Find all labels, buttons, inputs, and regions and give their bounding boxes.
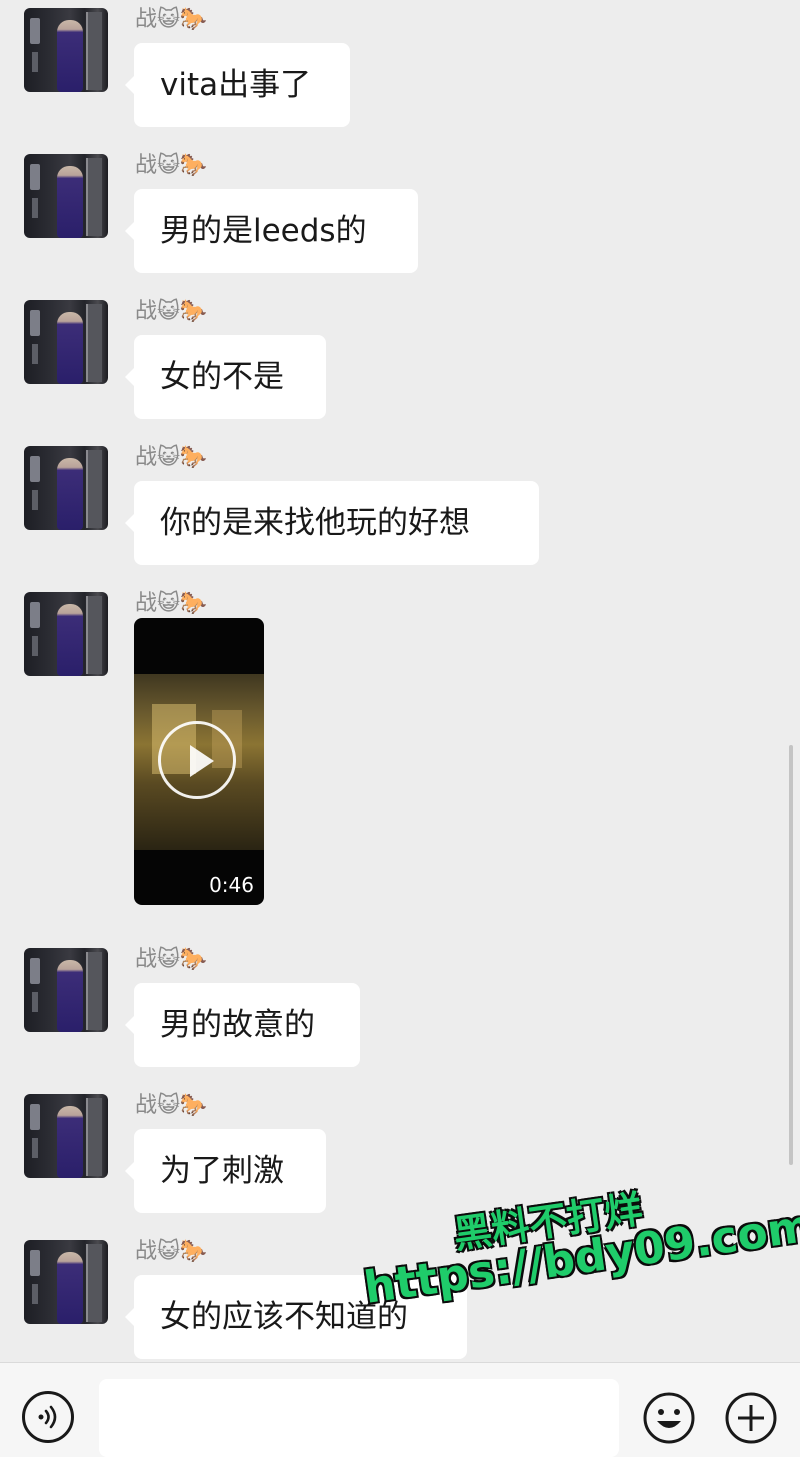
avatar[interactable] (24, 154, 108, 238)
voice-icon[interactable] (22, 1391, 74, 1443)
chat-area[interactable]: 战😺🐎 vita出事了 战😺🐎 男的是leeds的 战😺🐎 女的不是 战😺🐎 你… (0, 0, 800, 1362)
input-bar (0, 1362, 800, 1457)
play-icon[interactable] (158, 721, 236, 799)
video-duration: 0:46 (209, 873, 254, 897)
message-bubble[interactable]: 你的是来找他玩的好想 (125, 481, 539, 565)
sender-name: 战😺🐎 (135, 299, 208, 324)
emoji-icon[interactable] (642, 1391, 696, 1445)
message-bubble[interactable]: 为了刺激 (125, 1129, 326, 1213)
plus-icon[interactable] (724, 1391, 778, 1445)
message-input[interactable] (99, 1379, 619, 1457)
sender-name: 战😺🐎 (135, 153, 208, 178)
avatar[interactable] (24, 300, 108, 384)
sender-name: 战😺🐎 (135, 1239, 208, 1264)
avatar[interactable] (24, 1094, 108, 1178)
avatar[interactable] (24, 8, 108, 92)
sender-name: 战😺🐎 (135, 445, 208, 470)
video-message[interactable]: 0:46 (134, 618, 264, 905)
avatar[interactable] (24, 592, 108, 676)
message-bubble[interactable]: 男的是leeds的 (125, 189, 418, 273)
avatar[interactable] (24, 446, 108, 530)
scrollbar[interactable] (789, 745, 793, 1165)
message-bubble[interactable]: 女的不是 (125, 335, 326, 419)
sender-name: 战😺🐎 (135, 591, 208, 616)
avatar[interactable] (24, 1240, 108, 1324)
sender-name: 战😺🐎 (135, 947, 208, 972)
sender-name: 战😺🐎 (135, 1093, 208, 1118)
message-bubble[interactable]: 男的故意的 (125, 983, 360, 1067)
avatar[interactable] (24, 948, 108, 1032)
sender-name: 战😺🐎 (135, 7, 208, 32)
message-bubble[interactable]: vita出事了 (125, 43, 350, 127)
message-bubble[interactable]: 女的应该不知道的 (125, 1275, 467, 1359)
